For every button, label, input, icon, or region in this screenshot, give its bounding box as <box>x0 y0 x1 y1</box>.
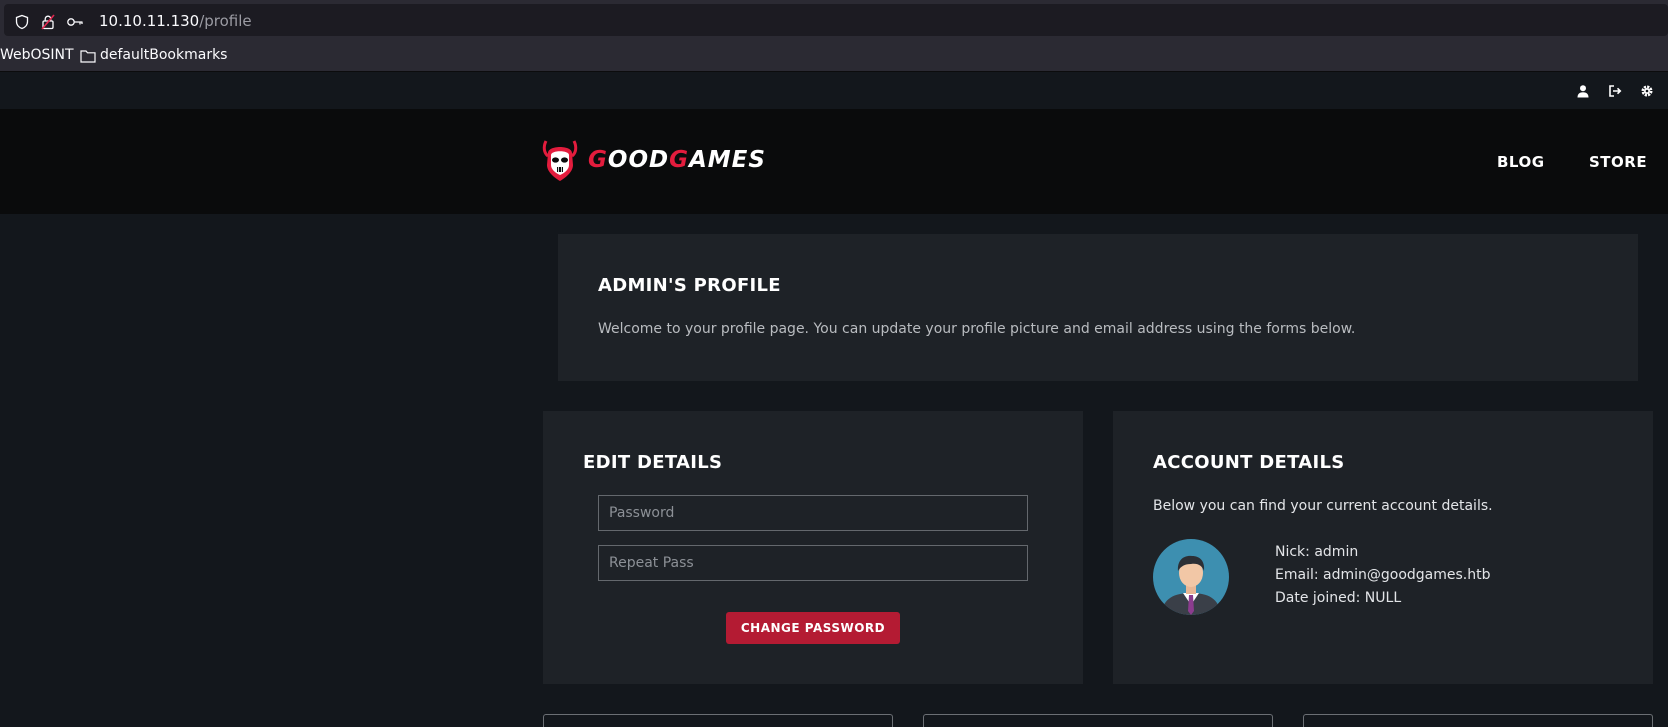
profile-intro-panel <box>558 234 1638 381</box>
account-details-title: ACCOUNT DETAILS <box>1153 452 1345 473</box>
account-email: Email: admin@goodgames.htb <box>1275 567 1491 583</box>
password-input[interactable] <box>598 495 1028 531</box>
bookmarks-bar: WebOSINT defaultBookmarks <box>0 40 1668 72</box>
bottom-card-1 <box>543 714 893 727</box>
logo-word-ames: AMES <box>688 147 766 173</box>
bottom-card-3 <box>1303 714 1653 727</box>
profile-welcome-text: Welcome to your profile page. You can up… <box>598 321 1356 337</box>
account-nick: Nick: admin <box>1275 544 1359 560</box>
url-text[interactable]: 10.10.11.130/profile <box>99 12 252 30</box>
site-header: GOODGAMES BLOG STORE <box>0 109 1668 214</box>
logo-word-ood: OOD <box>607 147 670 173</box>
bottom-card-2 <box>923 714 1273 727</box>
address-bar[interactable]: 10.10.11.130/profile <box>4 4 1668 36</box>
bookmark-defaultbookmarks[interactable]: defaultBookmarks <box>100 47 227 63</box>
skull-logo-icon[interactable] <box>540 137 580 183</box>
site-top-strip <box>0 72 1668 109</box>
site-logo-text[interactable]: GOODGAMES <box>588 147 766 173</box>
url-path: /profile <box>199 12 252 30</box>
settings-icon[interactable] <box>1640 84 1654 98</box>
logo-letter-g1: G <box>588 147 608 173</box>
url-host: 10.10.11.130 <box>99 12 200 30</box>
logout-icon[interactable] <box>1608 84 1622 98</box>
avatar <box>1153 539 1229 615</box>
nav-store[interactable]: STORE <box>1589 153 1647 171</box>
change-password-button[interactable]: CHANGE PASSWORD <box>726 612 900 644</box>
nav-blog[interactable]: BLOG <box>1497 153 1545 171</box>
key-icon[interactable] <box>66 14 84 30</box>
account-date-joined: Date joined: NULL <box>1275 590 1402 606</box>
folder-icon <box>80 50 96 63</box>
insecure-lock-icon[interactable] <box>40 14 56 30</box>
edit-details-title: EDIT DETAILS <box>583 452 723 473</box>
shield-icon[interactable] <box>14 14 30 30</box>
account-details-intro: Below you can find your current account … <box>1153 498 1493 514</box>
user-icon[interactable] <box>1576 84 1590 98</box>
browser-url-bar: 10.10.11.130/profile <box>0 0 1668 40</box>
repeat-password-input[interactable] <box>598 545 1028 581</box>
bookmark-webosint[interactable]: WebOSINT <box>0 47 74 63</box>
logo-letter-g2: G <box>669 147 689 173</box>
page-title: ADMIN'S PROFILE <box>598 275 781 296</box>
